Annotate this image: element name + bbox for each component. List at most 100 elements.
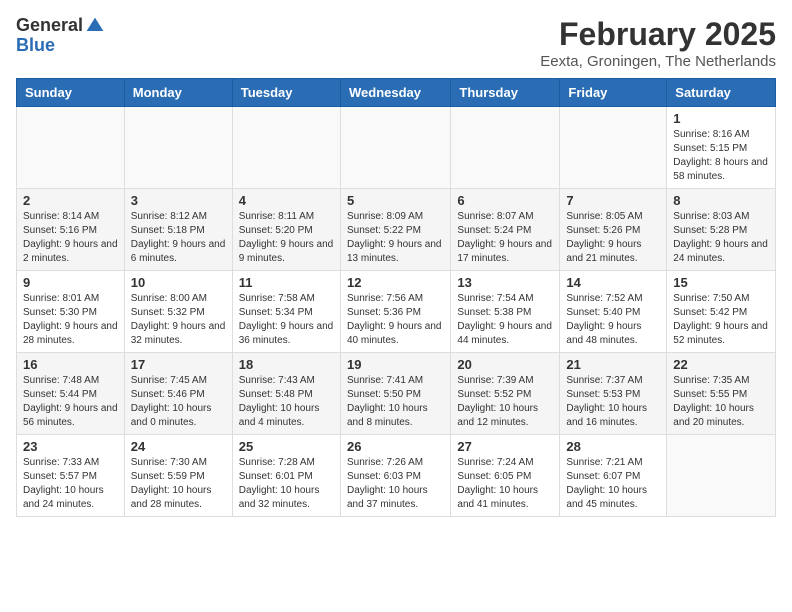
calendar-cell: 9Sunrise: 8:01 AM Sunset: 5:30 PM Daylig… <box>17 271 125 353</box>
day-info: Sunrise: 7:26 AM Sunset: 6:03 PM Dayligh… <box>347 456 444 512</box>
calendar-cell: 23 Sunrise: 7:33 AM Sunset: 5:57 PM Dayli… <box>17 435 125 517</box>
weekday-header-friday: Friday <box>560 79 667 107</box>
logo-icon <box>85 16 105 36</box>
day-info: Sunrise: 7:28 AM Sunset: 6:01 PM Dayligh… <box>239 456 334 512</box>
day-info: Sunrise: 7:24 AM Sunset: 6:05 PM Dayligh… <box>457 456 553 512</box>
calendar-cell <box>340 107 450 189</box>
day-number: 22 <box>673 357 769 372</box>
calendar-cell: 19Sunrise: 7:41 AM Sunset: 5:50 PM Dayli… <box>340 353 450 435</box>
calendar-cell: 24 Sunrise: 7:30 AM Sunset: 5:59 PM Dayli… <box>124 435 232 517</box>
day-number: 16 <box>23 357 118 372</box>
day-number: 26 <box>347 439 444 454</box>
day-info: Sunrise: 7:39 AM Sunset: 5:52 PM Dayligh… <box>457 374 553 430</box>
calendar-week-row: 16 Sunrise: 7:48 AM Sunset: 5:44 PM Dayli… <box>17 353 776 435</box>
day-info: Sunrise: 7:41 AM Sunset: 5:50 PM Dayligh… <box>347 374 444 430</box>
day-info: Sunrise: 8:03 AM Sunset: 5:28 PM Dayligh… <box>673 210 769 266</box>
calendar-cell: 7 Sunrise: 8:05 AM Sunset: 5:26 PM Daylig… <box>560 189 667 271</box>
calendar-cell: 5Sunrise: 8:09 AM Sunset: 5:22 PM Daylig… <box>340 189 450 271</box>
calendar-table: SundayMondayTuesdayWednesdayThursdayFrid… <box>16 78 776 517</box>
day-number: 14 <box>566 275 660 290</box>
calendar-cell: 6 Sunrise: 8:07 AM Sunset: 5:24 PM Daylig… <box>451 189 560 271</box>
calendar-week-row: 23 Sunrise: 7:33 AM Sunset: 5:57 PM Dayli… <box>17 435 776 517</box>
day-info: Sunrise: 8:00 AM Sunset: 5:32 PM Dayligh… <box>131 292 226 348</box>
day-info: Sunrise: 8:12 AM Sunset: 5:18 PM Dayligh… <box>131 210 226 266</box>
calendar-cell: 13 Sunrise: 7:54 AM Sunset: 5:38 PM Dayli… <box>451 271 560 353</box>
calendar-cell: 26 Sunrise: 7:26 AM Sunset: 6:03 PM Dayli… <box>340 435 450 517</box>
logo-blue-text: Blue <box>16 36 105 56</box>
day-number: 6 <box>457 193 553 208</box>
calendar-cell <box>667 435 776 517</box>
calendar-cell: 4 Sunrise: 8:11 AM Sunset: 5:20 PM Daylig… <box>232 189 340 271</box>
calendar-cell: 17 Sunrise: 7:45 AM Sunset: 5:46 PM Dayli… <box>124 353 232 435</box>
calendar-cell <box>560 107 667 189</box>
day-number: 7 <box>566 193 660 208</box>
day-info: Sunrise: 8:09 AM Sunset: 5:22 PM Dayligh… <box>347 210 444 266</box>
day-info: Sunrise: 7:21 AM Sunset: 6:07 PM Dayligh… <box>566 456 660 512</box>
weekday-header-saturday: Saturday <box>667 79 776 107</box>
day-info: Sunrise: 7:50 AM Sunset: 5:42 PM Dayligh… <box>673 292 769 348</box>
day-number: 1 <box>673 111 769 126</box>
calendar-cell: 8 Sunrise: 8:03 AM Sunset: 5:28 PM Daylig… <box>667 189 776 271</box>
calendar-week-row: 9Sunrise: 8:01 AM Sunset: 5:30 PM Daylig… <box>17 271 776 353</box>
calendar-header-row: SundayMondayTuesdayWednesdayThursdayFrid… <box>17 79 776 107</box>
calendar-cell: 25 Sunrise: 7:28 AM Sunset: 6:01 PM Dayli… <box>232 435 340 517</box>
day-number: 8 <box>673 193 769 208</box>
calendar-cell: 14 Sunrise: 7:52 AM Sunset: 5:40 PM Dayli… <box>560 271 667 353</box>
day-number: 25 <box>239 439 334 454</box>
day-info: Sunrise: 7:33 AM Sunset: 5:57 PM Dayligh… <box>23 456 118 512</box>
day-number: 18 <box>239 357 334 372</box>
weekday-header-sunday: Sunday <box>17 79 125 107</box>
calendar-cell: 2 Sunrise: 8:14 AM Sunset: 5:16 PM Daylig… <box>17 189 125 271</box>
day-number: 11 <box>239 275 334 290</box>
day-number: 23 <box>23 439 118 454</box>
calendar-cell <box>451 107 560 189</box>
calendar-cell <box>124 107 232 189</box>
day-number: 3 <box>131 193 226 208</box>
calendar-cell: 11 Sunrise: 7:58 AM Sunset: 5:34 PM Dayli… <box>232 271 340 353</box>
day-info: Sunrise: 8:16 AM Sunset: 5:15 PM Dayligh… <box>673 128 769 184</box>
title-block: February 2025 Eexta, Groningen, The Neth… <box>540 16 776 70</box>
calendar-cell: 21 Sunrise: 7:37 AM Sunset: 5:53 PM Dayli… <box>560 353 667 435</box>
day-info: Sunrise: 8:11 AM Sunset: 5:20 PM Dayligh… <box>239 210 334 266</box>
day-number: 2 <box>23 193 118 208</box>
day-info: Sunrise: 7:43 AM Sunset: 5:48 PM Dayligh… <box>239 374 334 430</box>
calendar-cell: 22 Sunrise: 7:35 AM Sunset: 5:55 PM Dayli… <box>667 353 776 435</box>
day-info: Sunrise: 7:35 AM Sunset: 5:55 PM Dayligh… <box>673 374 769 430</box>
day-info: Sunrise: 7:58 AM Sunset: 5:34 PM Dayligh… <box>239 292 334 348</box>
day-info: Sunrise: 8:01 AM Sunset: 5:30 PM Dayligh… <box>23 292 118 348</box>
day-info: Sunrise: 8:07 AM Sunset: 5:24 PM Dayligh… <box>457 210 553 266</box>
day-info: Sunrise: 7:56 AM Sunset: 5:36 PM Dayligh… <box>347 292 444 348</box>
day-number: 17 <box>131 357 226 372</box>
day-info: Sunrise: 7:37 AM Sunset: 5:53 PM Dayligh… <box>566 374 660 430</box>
weekday-header-thursday: Thursday <box>451 79 560 107</box>
calendar-cell: 28Sunrise: 7:21 AM Sunset: 6:07 PM Dayli… <box>560 435 667 517</box>
day-info: Sunrise: 7:45 AM Sunset: 5:46 PM Dayligh… <box>131 374 226 430</box>
month-title: February 2025 <box>540 16 776 53</box>
day-number: 20 <box>457 357 553 372</box>
day-number: 21 <box>566 357 660 372</box>
calendar-cell: 1 Sunrise: 8:16 AM Sunset: 5:15 PM Daylig… <box>667 107 776 189</box>
day-number: 4 <box>239 193 334 208</box>
day-number: 13 <box>457 275 553 290</box>
day-number: 10 <box>131 275 226 290</box>
day-number: 24 <box>131 439 226 454</box>
day-info: Sunrise: 7:30 AM Sunset: 5:59 PM Dayligh… <box>131 456 226 512</box>
logo: General Blue <box>16 16 105 56</box>
weekday-header-monday: Monday <box>124 79 232 107</box>
calendar-cell: 20 Sunrise: 7:39 AM Sunset: 5:52 PM Dayli… <box>451 353 560 435</box>
day-info: Sunrise: 8:05 AM Sunset: 5:26 PM Dayligh… <box>566 210 660 266</box>
calendar-cell: 16 Sunrise: 7:48 AM Sunset: 5:44 PM Dayli… <box>17 353 125 435</box>
day-info: Sunrise: 7:48 AM Sunset: 5:44 PM Dayligh… <box>23 374 118 430</box>
weekday-header-wednesday: Wednesday <box>340 79 450 107</box>
calendar-cell <box>232 107 340 189</box>
calendar-cell: 3 Sunrise: 8:12 AM Sunset: 5:18 PM Daylig… <box>124 189 232 271</box>
day-info: Sunrise: 7:54 AM Sunset: 5:38 PM Dayligh… <box>457 292 553 348</box>
logo-general-text: General <box>16 16 83 36</box>
day-info: Sunrise: 7:52 AM Sunset: 5:40 PM Dayligh… <box>566 292 660 348</box>
day-info: Sunrise: 8:14 AM Sunset: 5:16 PM Dayligh… <box>23 210 118 266</box>
calendar-week-row: 1 Sunrise: 8:16 AM Sunset: 5:15 PM Daylig… <box>17 107 776 189</box>
day-number: 12 <box>347 275 444 290</box>
day-number: 27 <box>457 439 553 454</box>
calendar-cell: 18 Sunrise: 7:43 AM Sunset: 5:48 PM Dayli… <box>232 353 340 435</box>
calendar-cell <box>17 107 125 189</box>
